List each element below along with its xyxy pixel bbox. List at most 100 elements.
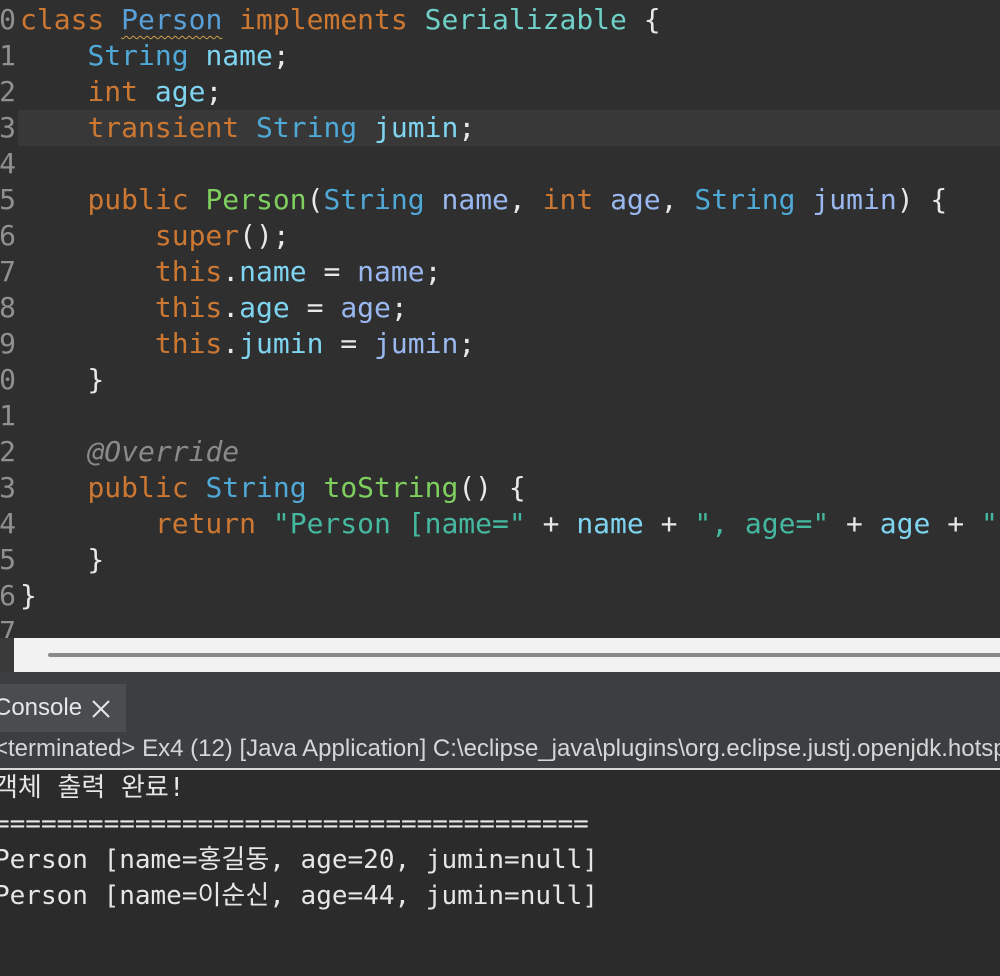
line-number: 26 bbox=[0, 579, 16, 612]
code-line[interactable]: 13 transient String jumin; bbox=[0, 110, 1000, 146]
code-text[interactable]: } bbox=[20, 542, 104, 578]
code-token: Person bbox=[205, 183, 307, 216]
code-line[interactable]: 17 this.name = name; bbox=[0, 254, 1000, 290]
code-token: + bbox=[643, 507, 695, 540]
code-text[interactable]: class Person implements Serializable { bbox=[20, 2, 661, 38]
code-text[interactable]: this.age = age; bbox=[20, 290, 408, 326]
console-description-bar: <terminated> Ex4 (12) [Java Application]… bbox=[0, 732, 1000, 770]
code-token: jumin bbox=[374, 327, 459, 360]
tab-console[interactable]: Console bbox=[0, 684, 126, 732]
code-token: implements bbox=[239, 3, 408, 36]
code-line[interactable]: 27 bbox=[0, 614, 1000, 640]
code-line[interactable]: 12 int age; bbox=[0, 74, 1000, 110]
line-number: 23 bbox=[0, 471, 16, 504]
code-text[interactable]: transient String jumin; bbox=[20, 110, 475, 146]
code-token: jumin bbox=[812, 183, 897, 216]
code-token: age bbox=[610, 183, 661, 216]
code-token: ) { bbox=[896, 183, 948, 216]
console-view: Console <terminated> Ex4 (12) [Java Appl… bbox=[0, 672, 1000, 976]
console-output-line: ====================================== bbox=[0, 809, 589, 839]
code-token: age bbox=[239, 291, 290, 324]
code-token: age bbox=[340, 291, 391, 324]
console-tab-bar: Console bbox=[0, 672, 1000, 732]
line-number: 11 bbox=[0, 39, 16, 72]
code-token: ( bbox=[306, 183, 324, 216]
console-output-line: 객체 출력 완료! bbox=[0, 773, 185, 803]
code-text[interactable]: } bbox=[20, 578, 37, 614]
code-text[interactable]: @Override bbox=[20, 434, 239, 470]
code-token: ; bbox=[458, 111, 476, 144]
code-line[interactable]: 25 } bbox=[0, 542, 1000, 578]
line-number: 13 bbox=[0, 111, 16, 144]
code-token: { bbox=[626, 3, 661, 36]
code-token: ", age=" bbox=[694, 507, 830, 540]
code-text[interactable]: int age; bbox=[20, 74, 222, 110]
code-text[interactable]: public Person(String name, int age, Stri… bbox=[20, 182, 947, 218]
code-text[interactable]: String name; bbox=[20, 38, 289, 74]
console-output-line: Person [name=홍길동, age=20, jumin=null] bbox=[0, 845, 598, 875]
code-text[interactable]: public String toString() { bbox=[20, 470, 526, 506]
code-token: @Override bbox=[87, 435, 240, 468]
code-text[interactable]: super(); bbox=[20, 218, 290, 254]
code-text[interactable]: } bbox=[20, 362, 104, 398]
line-number: 19 bbox=[0, 327, 16, 360]
close-icon[interactable] bbox=[88, 696, 114, 722]
code-token: age bbox=[154, 75, 206, 108]
code-line[interactable]: 26} bbox=[0, 578, 1000, 614]
code-line[interactable]: 16 super(); bbox=[0, 218, 1000, 254]
code-line[interactable]: 22 @Override bbox=[0, 434, 1000, 470]
horizontal-scrollbar[interactable] bbox=[14, 638, 1000, 672]
code-token: ; bbox=[205, 75, 223, 108]
code-token: . bbox=[222, 327, 240, 360]
code-token: String bbox=[87, 39, 189, 72]
code-line[interactable]: 11 String name; bbox=[0, 38, 1000, 74]
code-token: (); bbox=[239, 219, 290, 252]
console-output-line: Person [name=이순신, age=44, jumin=null] bbox=[0, 881, 598, 911]
code-line[interactable]: 15 public Person(String name, int age, S… bbox=[0, 182, 1000, 218]
code-text[interactable]: this.name = name; bbox=[20, 254, 442, 290]
code-line[interactable]: 18 this.age = age; bbox=[0, 290, 1000, 326]
code-line[interactable]: 23 public String toString() { bbox=[0, 470, 1000, 506]
code-token: public bbox=[87, 471, 189, 504]
code-token: + bbox=[525, 507, 577, 540]
code-line[interactable]: 19 this.jumin = jumin; bbox=[0, 326, 1000, 362]
code-token: + bbox=[829, 507, 880, 540]
line-number: 20 bbox=[0, 363, 16, 396]
code-line[interactable]: 14 bbox=[0, 146, 1000, 182]
console-process-description: <terminated> Ex4 (12) [Java Application]… bbox=[0, 735, 1000, 762]
code-line[interactable]: 10class Person implements Serializable { bbox=[0, 2, 1000, 38]
code-text[interactable]: return "Person [name=" + name + ", age="… bbox=[20, 506, 1000, 542]
code-editor[interactable]: 10class Person implements Serializable {… bbox=[0, 0, 1000, 640]
code-token: . bbox=[222, 255, 240, 288]
code-token: String bbox=[256, 111, 358, 144]
code-token: String bbox=[323, 183, 425, 216]
code-line[interactable]: 24 return "Person [name=" + name + ", ag… bbox=[0, 506, 1000, 542]
code-token: public bbox=[87, 183, 189, 216]
code-token: = bbox=[306, 255, 358, 288]
code-text[interactable]: this.jumin = jumin; bbox=[20, 326, 475, 362]
code-line[interactable]: 20 } bbox=[0, 362, 1000, 398]
code-token: Person bbox=[121, 3, 223, 36]
line-number: 21 bbox=[0, 399, 16, 432]
code-line[interactable]: 21 bbox=[0, 398, 1000, 434]
code-token: } bbox=[20, 543, 105, 576]
code-token: ; bbox=[390, 291, 408, 324]
line-number: 18 bbox=[0, 291, 16, 324]
code-token: () { bbox=[458, 471, 526, 504]
scrollbar-thumb[interactable] bbox=[48, 653, 1000, 657]
